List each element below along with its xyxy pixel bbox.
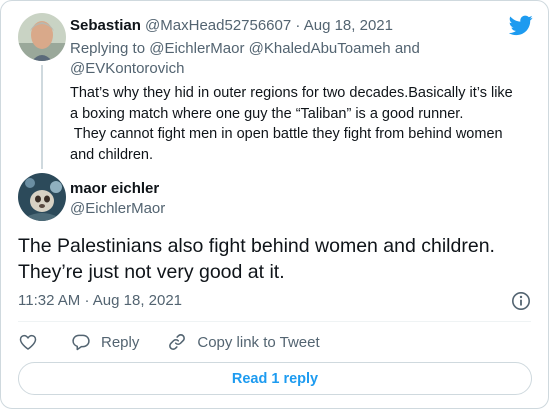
- replying-to-handle[interactable]: @KhaledAbuToameh: [249, 40, 391, 57]
- maor-eichler-avatar[interactable]: [18, 173, 66, 221]
- parent-tweet-text: That’s why they hid in outer regions for…: [70, 83, 535, 165]
- info-icon[interactable]: [511, 291, 531, 311]
- parent-separator: ·: [295, 17, 301, 34]
- tweet-time: 11:32 AM: [18, 292, 81, 309]
- like-button[interactable]: [18, 332, 38, 352]
- link-icon: [169, 334, 186, 350]
- parent-text-line: a boxing match where one guy the “Taliba…: [70, 105, 464, 122]
- heart-icon: [19, 334, 37, 350]
- main-author-name[interactable]: maor eichler: [70, 179, 159, 199]
- replying-to-handle[interactable]: @EichlerMaor: [149, 40, 244, 57]
- parent-text-line: That’s why they hid in outer regions for…: [70, 85, 513, 101]
- twitter-bird-icon[interactable]: [509, 13, 533, 37]
- parent-text-line: They cannot fight men in open battle the…: [70, 126, 503, 142]
- main-tweet-text: The Palestinians also fight behind women…: [18, 233, 538, 285]
- thread-connector-line: [41, 65, 43, 169]
- reply-button[interactable]: Reply: [71, 332, 139, 352]
- main-author-handle[interactable]: @EichlerMaor: [70, 199, 165, 219]
- copy-link-button[interactable]: Copy link to Tweet: [167, 332, 320, 352]
- copy-link-label: Copy link to Tweet: [197, 333, 320, 351]
- sebastian-avatar[interactable]: [18, 13, 66, 61]
- replying-to-prefix: Replying to: [70, 40, 146, 57]
- tweet-actions-bar: Reply Copy link to Tweet: [18, 331, 320, 353]
- parent-tweet-header: Sebastian @MaxHead52756607 · Aug 18, 202…: [70, 16, 393, 36]
- parent-text-line: and children.: [70, 146, 154, 163]
- replying-to-line: Replying to @EichlerMaor @KhaledAbuToame…: [70, 39, 490, 79]
- tweet-timestamp[interactable]: 11:32 AM · Aug 18, 2021: [18, 291, 182, 311]
- tweet-meta-separator: ·: [84, 292, 90, 309]
- read-replies-button[interactable]: Read 1 reply: [18, 362, 532, 395]
- replying-to-handle[interactable]: @EVKontorovich: [70, 60, 184, 77]
- parent-date[interactable]: Aug 18, 2021: [304, 17, 393, 34]
- tweet-date: Aug 18, 2021: [92, 292, 183, 309]
- replying-to-conjunction: and: [394, 40, 420, 57]
- comment-icon: [72, 334, 90, 351]
- actions-divider: [18, 321, 531, 322]
- parent-author-handle[interactable]: @MaxHead52756607: [145, 17, 291, 34]
- main-text-line: The Palestinians also fight behind women…: [18, 235, 495, 257]
- reply-label: Reply: [101, 333, 140, 351]
- tweet-embed-card: Sebastian @MaxHead52756607 · Aug 18, 202…: [0, 0, 549, 409]
- parent-author-name[interactable]: Sebastian: [70, 17, 141, 34]
- main-text-line: They’re just not very good at it.: [18, 261, 285, 283]
